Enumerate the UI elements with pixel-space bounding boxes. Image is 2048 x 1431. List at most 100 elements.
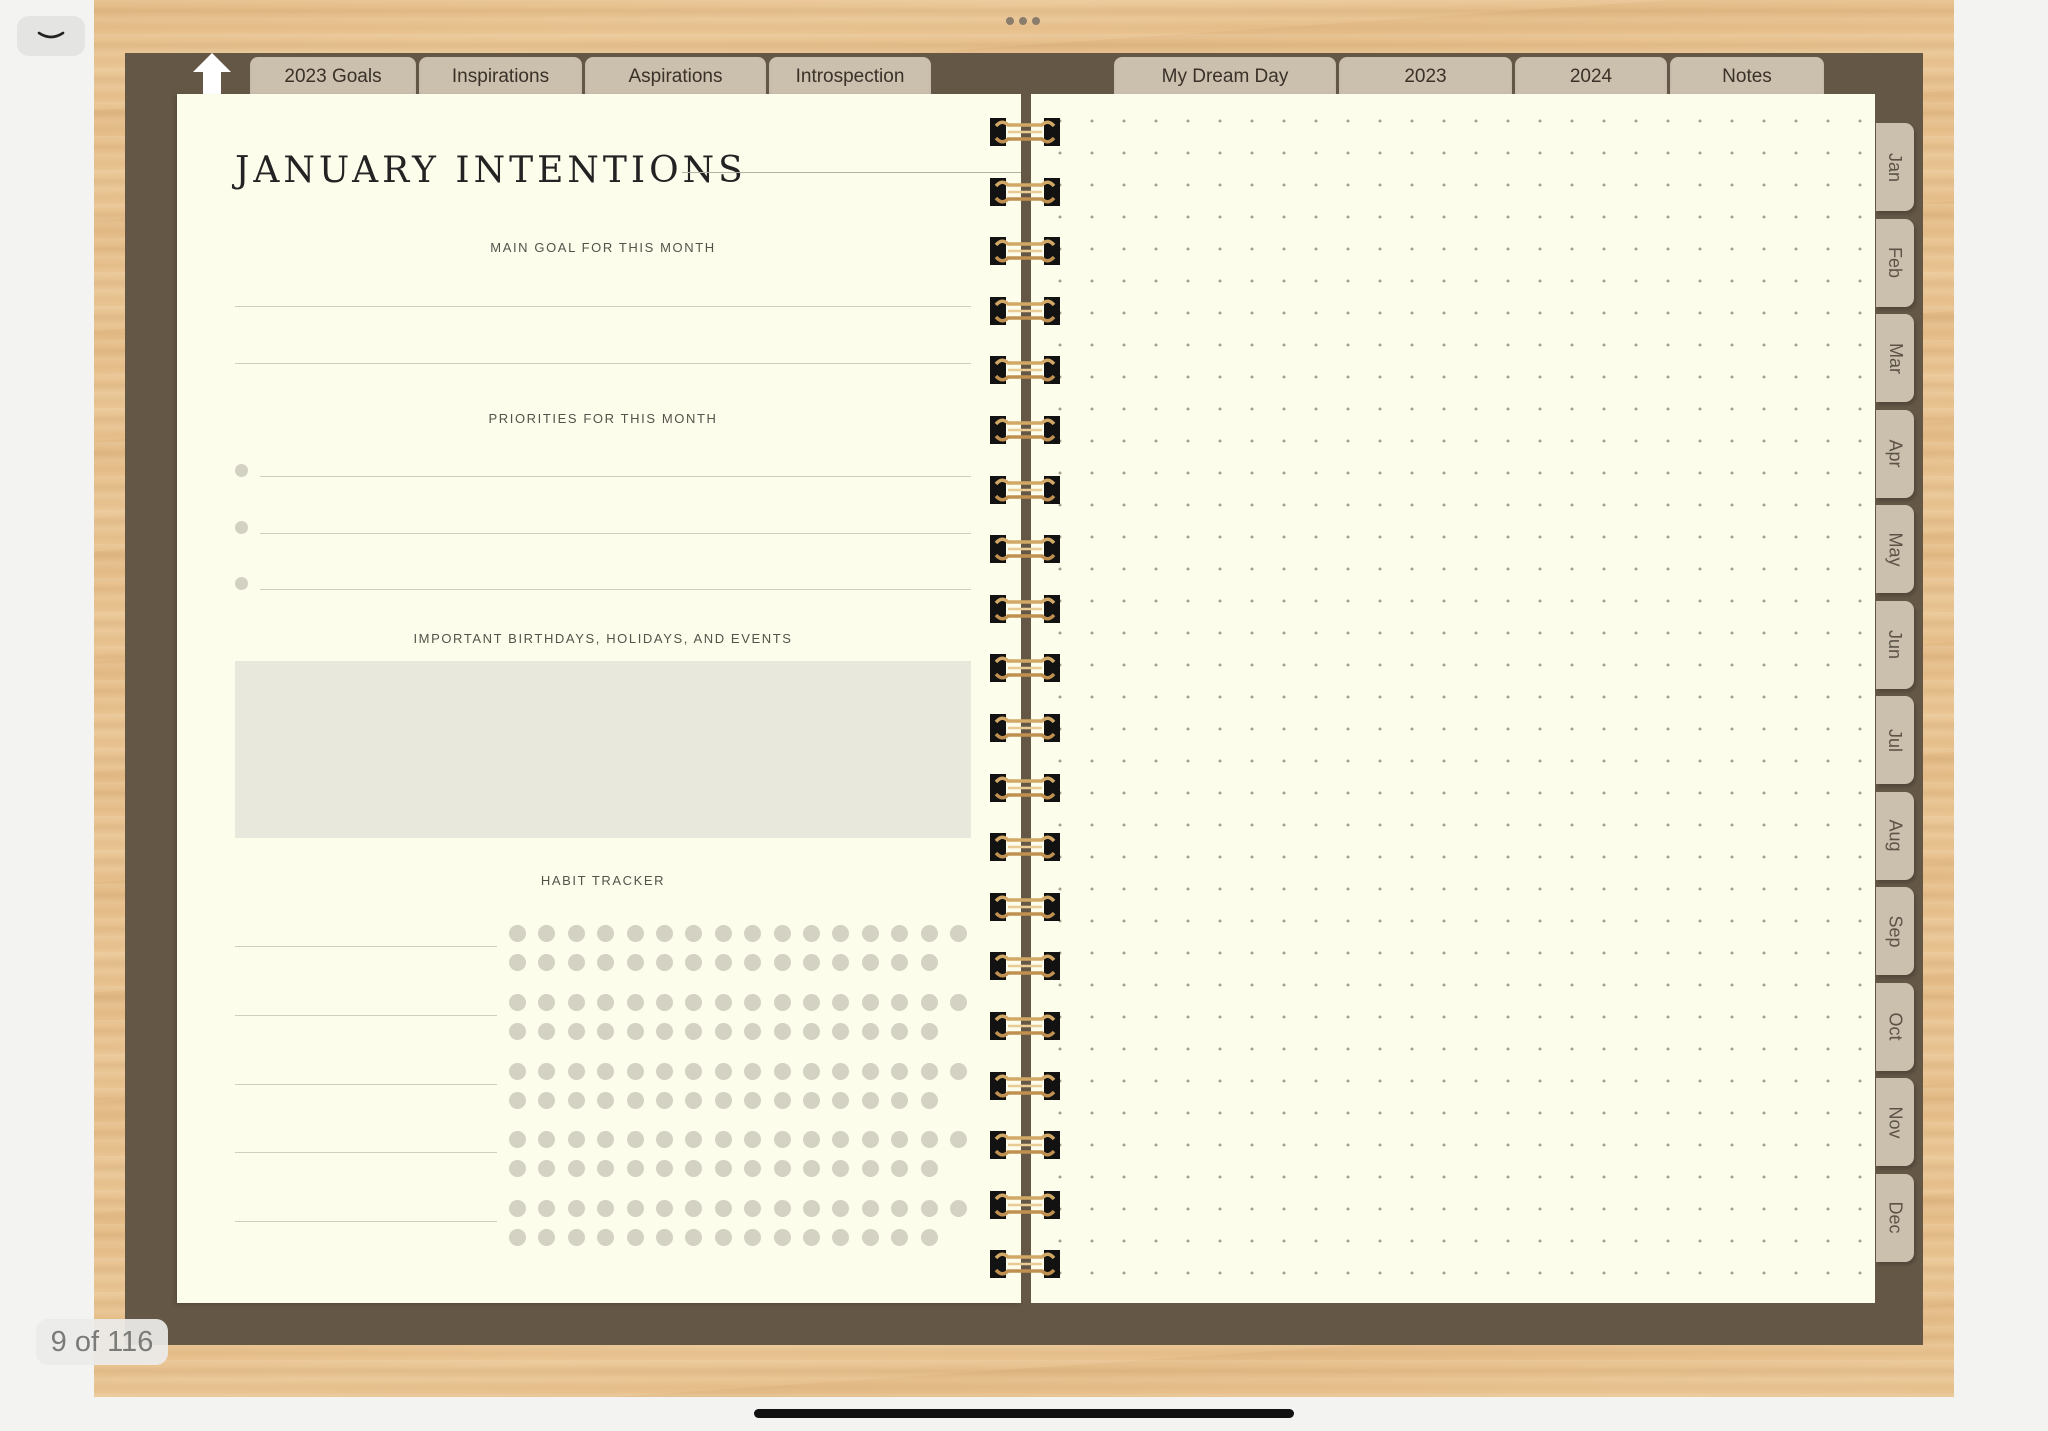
habit-day-dot[interactable] (861, 954, 879, 971)
habit-day-dot[interactable] (920, 1092, 938, 1109)
habit-day-dot[interactable] (773, 925, 791, 942)
habit-day-dot[interactable] (861, 1092, 879, 1109)
habit-day-dot[interactable] (567, 925, 585, 942)
habit-day-dot[interactable] (626, 1063, 644, 1080)
habit-day-dot[interactable] (656, 925, 673, 942)
more-options-button[interactable] (1003, 15, 1043, 27)
habit-day-dot[interactable] (920, 1131, 938, 1148)
habit-day-dot[interactable] (773, 1200, 791, 1217)
habit-day-dot[interactable] (626, 1131, 644, 1148)
habit-day-dot[interactable] (803, 1160, 820, 1177)
right-page-dot-grid[interactable] (1031, 94, 1875, 1303)
habit-day-dot[interactable] (626, 1160, 644, 1177)
habit-day-dot[interactable] (920, 1160, 938, 1177)
habit-name-line[interactable] (235, 1221, 497, 1222)
month-tab-jul[interactable]: Jul (1876, 696, 1914, 784)
habit-name-line[interactable] (235, 1084, 497, 1085)
month-tab-mar[interactable]: Mar (1876, 314, 1914, 402)
habit-day-dot[interactable] (509, 1092, 526, 1109)
month-tab-jun[interactable]: Jun (1876, 600, 1914, 689)
habit-day-dot[interactable] (567, 1229, 585, 1246)
month-tab-sep[interactable]: Sep (1876, 887, 1914, 975)
habit-day-dot[interactable] (509, 1160, 526, 1177)
home-indicator[interactable] (754, 1409, 1294, 1418)
habit-day-dot[interactable] (773, 1160, 791, 1177)
habit-name-line[interactable] (235, 1015, 497, 1016)
habit-day-dot[interactable] (803, 1131, 820, 1148)
habit-day-dot[interactable] (920, 1063, 938, 1080)
tab-introspection[interactable]: Introspection (769, 57, 931, 97)
habit-day-dot[interactable] (509, 1131, 526, 1148)
main-goal-line[interactable] (235, 306, 971, 307)
habit-day-dot[interactable] (626, 1229, 644, 1246)
habit-day-dot[interactable] (567, 1092, 585, 1109)
habit-day-dot[interactable] (950, 925, 967, 942)
habit-day-dot[interactable] (509, 1200, 526, 1217)
habit-day-dot[interactable] (509, 1229, 526, 1246)
tab-2023[interactable]: 2023 (1339, 57, 1512, 97)
habit-day-dot[interactable] (656, 1023, 673, 1040)
month-tab-oct[interactable]: Oct (1876, 982, 1914, 1071)
habit-day-dot[interactable] (509, 925, 526, 942)
habit-day-dot[interactable] (920, 954, 938, 971)
habit-day-dot[interactable] (626, 1200, 644, 1217)
habit-day-dot[interactable] (567, 954, 585, 971)
habit-day-dot[interactable] (656, 1160, 673, 1177)
tab-my-dream-day[interactable]: My Dream Day (1114, 57, 1336, 97)
habit-day-dot[interactable] (714, 1063, 732, 1080)
habit-day-dot[interactable] (861, 925, 879, 942)
month-tab-may[interactable]: May (1876, 505, 1914, 593)
habit-day-dot[interactable] (714, 1023, 732, 1040)
habit-day-dot[interactable] (803, 925, 820, 942)
habit-day-dot[interactable] (920, 1200, 938, 1217)
habit-day-dot[interactable] (861, 1229, 879, 1246)
habit-day-dot[interactable] (714, 1160, 732, 1177)
priority-line[interactable] (260, 476, 971, 477)
habit-day-dot[interactable] (950, 994, 967, 1011)
habit-day-dot[interactable] (773, 1023, 791, 1040)
habit-day-dot[interactable] (950, 1131, 967, 1148)
habit-day-dot[interactable] (714, 994, 732, 1011)
habit-day-dot[interactable] (567, 1160, 585, 1177)
main-goal-line[interactable] (235, 363, 971, 364)
habit-day-dot[interactable] (714, 954, 732, 971)
habit-day-dot[interactable] (626, 1092, 644, 1109)
habit-day-dot[interactable] (803, 1023, 820, 1040)
habit-day-dot[interactable] (714, 1092, 732, 1109)
habit-day-dot[interactable] (950, 1200, 967, 1217)
habit-day-dot[interactable] (920, 1229, 938, 1246)
month-tab-dec[interactable]: Dec (1876, 1173, 1914, 1262)
habit-day-dot[interactable] (626, 994, 644, 1011)
habit-day-dot[interactable] (567, 1023, 585, 1040)
habit-day-dot[interactable] (567, 994, 585, 1011)
habit-day-dot[interactable] (861, 994, 879, 1011)
habit-day-dot[interactable] (803, 1092, 820, 1109)
habit-day-dot[interactable] (773, 954, 791, 971)
month-tab-feb[interactable]: Feb (1876, 218, 1914, 307)
habit-day-dot[interactable] (656, 1063, 673, 1080)
month-tab-aug[interactable]: Aug (1876, 791, 1914, 880)
habit-day-dot[interactable] (656, 1131, 673, 1148)
habit-day-dot[interactable] (626, 925, 644, 942)
habit-day-dot[interactable] (920, 994, 938, 1011)
habit-day-dot[interactable] (773, 1131, 791, 1148)
habit-day-dot[interactable] (803, 1229, 820, 1246)
habit-day-dot[interactable] (773, 994, 791, 1011)
habit-day-dot[interactable] (773, 1092, 791, 1109)
habit-day-dot[interactable] (656, 1092, 673, 1109)
tab-2024[interactable]: 2024 (1515, 57, 1667, 97)
habit-day-dot[interactable] (803, 994, 820, 1011)
habit-day-dot[interactable] (567, 1063, 585, 1080)
habit-day-dot[interactable] (773, 1229, 791, 1246)
habit-day-dot[interactable] (861, 1131, 879, 1148)
habit-day-dot[interactable] (656, 1229, 673, 1246)
habit-day-dot[interactable] (656, 1200, 673, 1217)
habit-day-dot[interactable] (509, 1023, 526, 1040)
habit-day-dot[interactable] (626, 954, 644, 971)
habit-day-dot[interactable] (656, 994, 673, 1011)
tab-inspirations[interactable]: Inspirations (419, 57, 582, 97)
habit-day-dot[interactable] (567, 1200, 585, 1217)
habit-day-dot[interactable] (714, 1131, 732, 1148)
habit-day-dot[interactable] (656, 954, 673, 971)
month-tab-apr[interactable]: Apr (1876, 409, 1914, 498)
